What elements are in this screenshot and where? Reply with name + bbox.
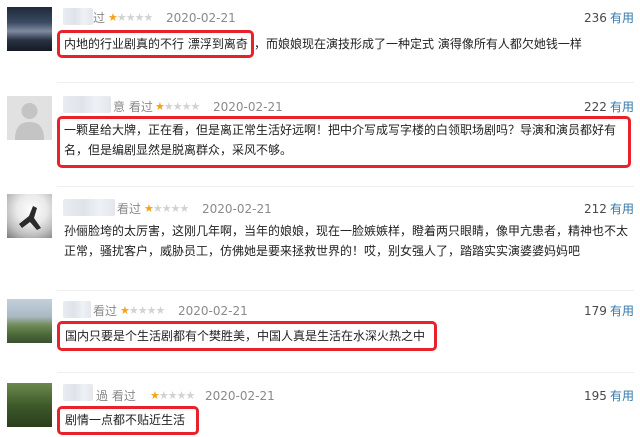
star-rating: ★★★★★ — [120, 304, 165, 317]
avatar[interactable] — [7, 96, 52, 140]
review-item: 看过 ★★★★★ 2020-02-21 212 有用 孙俪脸垮的太厉害，这刚几年… — [0, 190, 640, 290]
review-item: 过 ★★★★★ 2020-02-21 236 有用 内地的行业剧真的不行 漂浮到… — [0, 0, 640, 80]
avatar[interactable] — [7, 194, 52, 238]
avatar[interactable] — [7, 299, 52, 343]
review-text-highlight: 内地的行业剧真的不行 漂浮到离奇 — [64, 37, 248, 51]
useful-count: 236 — [584, 11, 607, 25]
review-text: 一颗星给大牌，正在看，但是离正常生活好远啊！把中介写成写字楼的白领职场剧吗？导演… — [64, 123, 617, 157]
username-blurred[interactable] — [63, 384, 93, 401]
useful-button[interactable]: 有用 — [610, 201, 634, 217]
avatar[interactable] — [7, 383, 52, 427]
useful-button[interactable]: 有用 — [610, 388, 634, 404]
review-text: 孙俪脸垮的太厉害，这刚几年啊，当年的娘娘，现在一脸嫉嫉样，瞪着两只眼睛，像甲亢患… — [64, 224, 629, 258]
divider — [57, 186, 634, 187]
username-blurred[interactable] — [63, 8, 93, 25]
star-rating: ★★★★★ — [150, 389, 195, 402]
review-date: 2020-02-21 — [166, 11, 236, 25]
review-item: 過 看过 ★★★★★ 2020-02-21 195 有用 剧情一点都不贴近生活 — [0, 378, 640, 437]
avatar-figure-icon — [19, 206, 41, 230]
review-date: 2020-02-21 — [178, 304, 248, 318]
divider — [57, 82, 634, 83]
rating-status: 过 — [93, 11, 106, 25]
review-item: 看过 ★★★★★ 2020-02-21 179 有用 国内只要是个生活剧都有个樊… — [0, 295, 640, 370]
useful-count: 222 — [584, 100, 607, 114]
rating-status: 過 看过 — [96, 389, 136, 403]
rating-status: 看过 — [117, 202, 142, 216]
avatar[interactable] — [7, 7, 52, 51]
divider — [57, 290, 634, 291]
useful-count: 195 — [584, 389, 607, 403]
star-rating: ★★★★★ — [155, 100, 200, 113]
username-blurred[interactable] — [63, 96, 111, 113]
divider — [57, 372, 634, 373]
useful-button[interactable]: 有用 — [610, 303, 634, 319]
default-user-icon — [15, 103, 44, 140]
useful-count: 212 — [584, 202, 607, 216]
review-text: 剧情一点都不贴近生活 — [65, 413, 186, 427]
review-item: 意 看过 ★★★★★ 2020-02-21 222 有用 一颗星给大牌，正在看，… — [0, 90, 640, 180]
star-rating: ★★★★★ — [108, 11, 153, 24]
review-date: 2020-02-21 — [202, 202, 272, 216]
rating-status: 意 看过 — [113, 100, 153, 114]
review-text: ，而娘娘现在演技形成了一种定式 演得像所有人都欠她钱一样 — [254, 37, 582, 51]
review-date: 2020-02-21 — [205, 389, 275, 403]
star-rating: ★★★★★ — [144, 202, 189, 215]
review-text: 国内只要是个生活剧都有个樊胜美，中国人真是生活在水深火热之中 — [65, 329, 426, 343]
rating-status: 看过 — [93, 304, 118, 318]
review-date: 2020-02-21 — [213, 100, 283, 114]
useful-count: 179 — [584, 304, 607, 318]
username-blurred[interactable] — [63, 301, 91, 318]
useful-button[interactable]: 有用 — [610, 10, 634, 26]
useful-button[interactable]: 有用 — [610, 99, 634, 115]
username-blurred[interactable] — [63, 199, 115, 216]
